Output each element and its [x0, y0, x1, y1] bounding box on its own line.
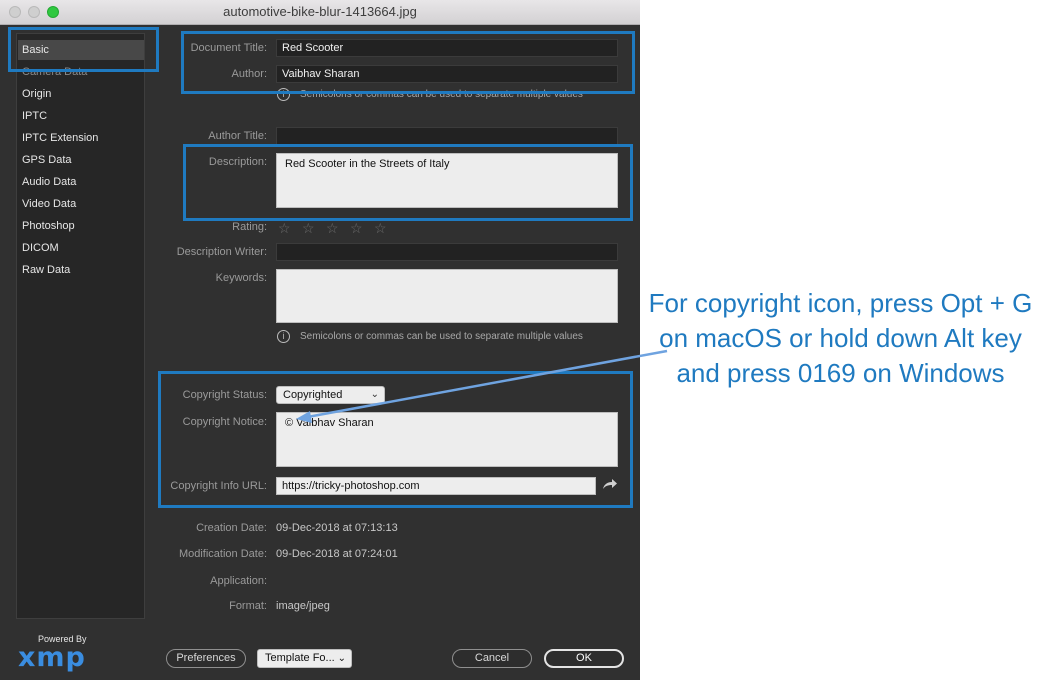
author-title-field[interactable] — [276, 127, 618, 145]
sidebar-item-photoshop[interactable]: Photoshop — [22, 219, 75, 233]
keywords-label: Keywords: — [215, 272, 267, 284]
modification-date-label: Modification Date: — [178, 548, 267, 560]
rating-label: Rating: — [232, 221, 267, 233]
preferences-button[interactable]: Preferences — [166, 649, 246, 668]
star-icon[interactable]: ☆ — [278, 220, 291, 237]
sidebar-item-origin[interactable]: Origin — [22, 87, 51, 101]
highlight-description — [183, 144, 633, 221]
info-icon: i — [277, 330, 290, 343]
sidebar-item-dicom[interactable]: DICOM — [22, 241, 59, 255]
window-title: automotive-bike-blur-1413664.jpg — [223, 4, 417, 19]
modification-date-value: 09-Dec-2018 at 07:24:01 — [276, 548, 398, 560]
chevron-down-icon: ⌄ — [337, 653, 346, 664]
sidebar-item-video-data[interactable]: Video Data — [22, 197, 76, 211]
sidebar-item-raw-data[interactable]: Raw Data — [22, 263, 70, 277]
cancel-button[interactable]: Cancel — [452, 649, 532, 668]
ok-button[interactable]: OK — [544, 649, 624, 668]
highlight-title-author — [181, 31, 635, 94]
star-icon[interactable]: ☆ — [302, 220, 315, 237]
sidebar-item-gps-data[interactable]: GPS Data — [22, 153, 72, 167]
creation-date-value: 09-Dec-2018 at 07:13:13 — [276, 522, 398, 534]
star-icon[interactable]: ☆ — [326, 220, 339, 237]
highlight-copyright — [158, 371, 633, 508]
star-icon[interactable]: ☆ — [350, 220, 363, 237]
title-bar: automotive-bike-blur-1413664.jpg — [0, 0, 640, 25]
star-icon[interactable]: ☆ — [374, 220, 387, 237]
format-label: Format: — [229, 600, 267, 612]
template-folder-label: Template Fo... — [265, 652, 335, 664]
keywords-hint: Semicolons or commas can be used to sepa… — [300, 331, 583, 342]
keywords-field[interactable] — [276, 269, 618, 323]
creation-date-label: Creation Date: — [196, 522, 267, 534]
xmp-logo: xmp — [18, 642, 86, 673]
sidebar-item-audio-data[interactable]: Audio Data — [22, 175, 76, 189]
description-writer-field[interactable] — [276, 243, 618, 261]
sidebar-item-iptc-extension[interactable]: IPTC Extension — [22, 131, 98, 145]
template-folder-select[interactable]: Template Fo... ⌄ — [257, 649, 352, 668]
application-label: Application: — [210, 575, 267, 587]
format-value: image/jpeg — [276, 600, 330, 612]
sidebar-item-iptc[interactable]: IPTC — [22, 109, 47, 123]
highlight-basic-tab — [8, 27, 159, 72]
author-title-label: Author Title: — [208, 130, 267, 142]
file-info-dialog: automotive-bike-blur-1413664.jpg Basic C… — [0, 0, 640, 680]
description-writer-label: Description Writer: — [176, 246, 267, 258]
annotation-text: For copyright icon, press Opt + G on mac… — [648, 288, 1033, 388]
